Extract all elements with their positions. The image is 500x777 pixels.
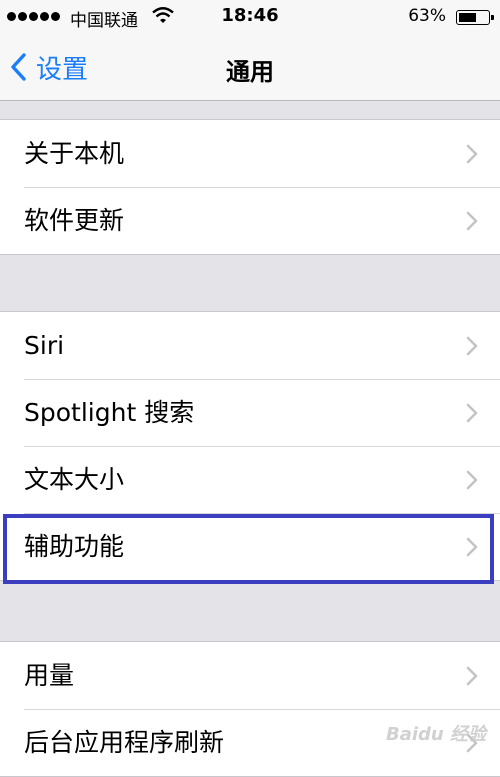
chevron-right-icon bbox=[466, 537, 478, 557]
battery-fill bbox=[459, 13, 477, 22]
row-label: 关于本机 bbox=[24, 139, 125, 168]
battery-percent: 63% bbox=[408, 6, 446, 26]
chevron-right-icon bbox=[466, 470, 478, 490]
row-label: Spotlight 搜索 bbox=[24, 398, 195, 427]
row-about[interactable]: 关于本机 bbox=[0, 120, 500, 187]
chevron-right-icon bbox=[466, 144, 478, 164]
row-spotlight-search[interactable]: Spotlight 搜索 bbox=[0, 379, 500, 446]
chevron-right-icon bbox=[466, 403, 478, 423]
chevron-right-icon bbox=[466, 666, 478, 686]
page-title: 通用 bbox=[226, 58, 274, 86]
row-label: Siri bbox=[24, 331, 65, 360]
chevron-right-icon bbox=[466, 336, 478, 356]
battery-icon bbox=[456, 10, 494, 25]
navigation-bar: 设置 通用 bbox=[0, 34, 500, 101]
settings-group-3: 用量 后台应用程序刷新 bbox=[0, 641, 500, 777]
row-label: 辅助功能 bbox=[24, 532, 125, 561]
row-usage[interactable]: 用量 bbox=[0, 642, 500, 709]
row-label: 软件更新 bbox=[24, 206, 125, 235]
status-bar: 中国联通 18:46 63% bbox=[0, 0, 500, 34]
settings-group-2: Siri Spotlight 搜索 文本大小 辅助功能 bbox=[0, 311, 500, 581]
row-accessibility[interactable]: 辅助功能 bbox=[0, 513, 500, 580]
row-label: 后台应用程序刷新 bbox=[24, 728, 225, 757]
row-software-update[interactable]: 软件更新 bbox=[0, 187, 500, 254]
chevron-right-icon bbox=[466, 211, 478, 231]
row-label: 用量 bbox=[24, 661, 75, 690]
row-text-size[interactable]: 文本大小 bbox=[0, 446, 500, 513]
watermark: Baidu 经验 bbox=[385, 724, 486, 745]
row-label: 文本大小 bbox=[24, 465, 125, 494]
settings-group-1: 关于本机 软件更新 bbox=[0, 119, 500, 255]
row-siri[interactable]: Siri bbox=[0, 312, 500, 379]
